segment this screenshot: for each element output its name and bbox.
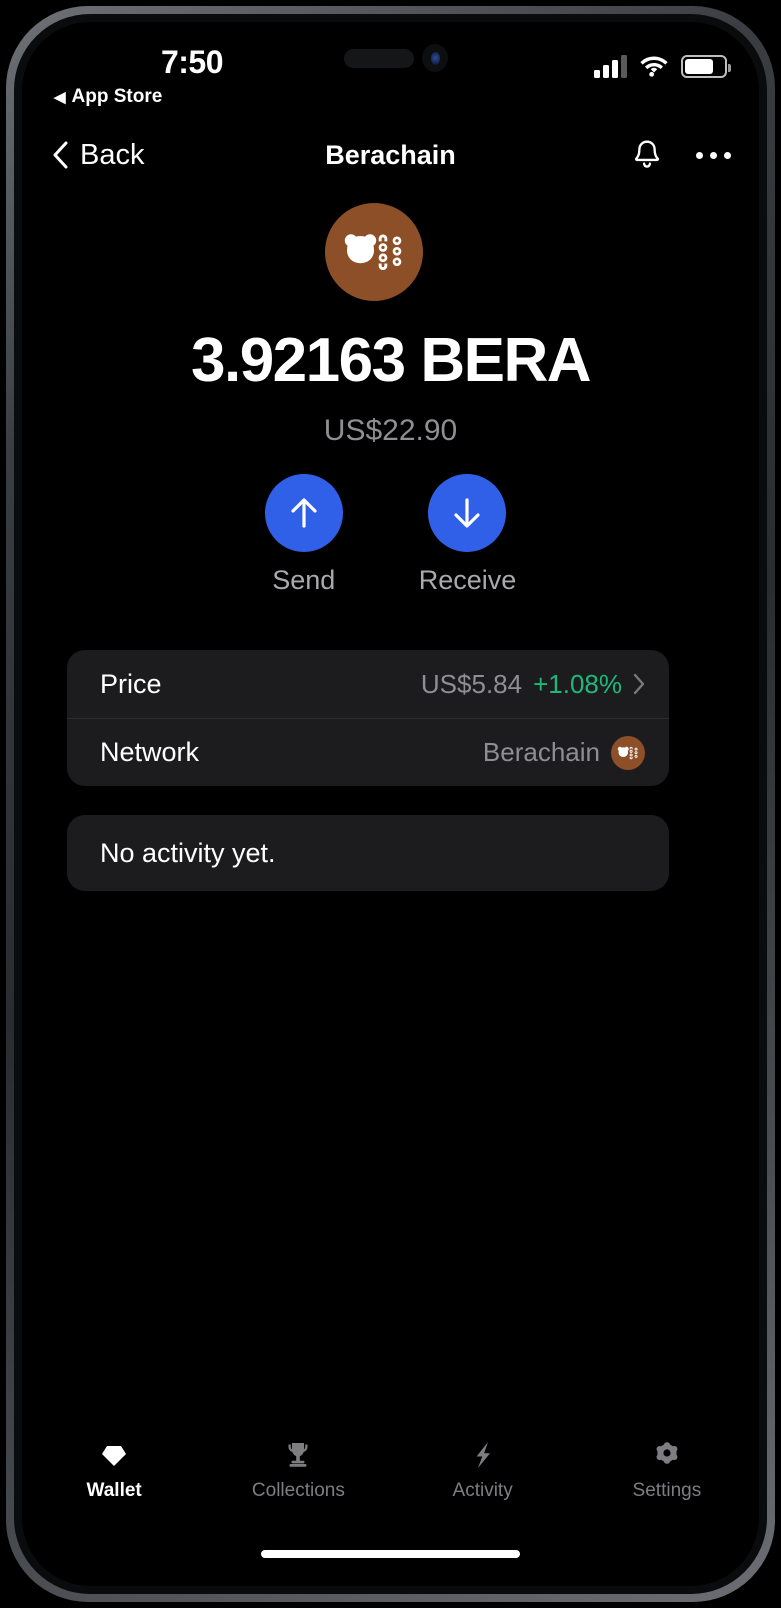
receive-button[interactable]: Receive <box>418 474 517 596</box>
more-options-icon[interactable] <box>696 151 731 159</box>
status-indicators <box>594 48 731 78</box>
tab-activity-label: Activity <box>452 1479 513 1501</box>
receive-button-label: Receive <box>418 565 517 595</box>
gear-icon <box>656 1441 678 1464</box>
berachain-bear-logo-icon <box>611 735 645 770</box>
arrow-down-icon <box>454 498 481 528</box>
phone-frame: 7:50 ◀ App Store Back Berachain 3.92163 … <box>0 0 781 1608</box>
phone-screen: 7:50 ◀ App Store Back Berachain 3.92163 … <box>22 22 759 1586</box>
battery-icon <box>681 55 731 78</box>
tab-settings-label: Settings <box>632 1479 702 1501</box>
send-button-label: Send <box>272 565 336 595</box>
token-fiat-value: US$22.90 <box>323 414 458 447</box>
diamond-icon <box>102 1445 127 1466</box>
receive-button-circle <box>428 474 507 552</box>
price-row-value: US$5.84 +1.08% <box>421 669 645 700</box>
chevron-right-icon <box>633 673 645 695</box>
lightning-icon <box>476 1441 490 1468</box>
berachain-bear-logo-icon <box>325 203 423 301</box>
send-button-circle <box>264 474 343 552</box>
wifi-icon <box>640 56 668 77</box>
cellular-signal-icon <box>594 54 627 78</box>
dynamic-island <box>344 49 414 68</box>
home-indicator[interactable] <box>261 1550 520 1558</box>
tab-wallet-label: Wallet <box>86 1479 142 1501</box>
activity-card: No activity yet. <box>67 815 669 891</box>
trophy-icon <box>288 1442 308 1467</box>
bottom-tab-bar: Wallet Collections Activity Settings <box>22 1426 759 1514</box>
tab-collections[interactable]: Collections <box>206 1426 390 1514</box>
arrow-up-icon <box>291 498 317 528</box>
price-row[interactable]: Price US$5.84 +1.08% <box>67 650 669 718</box>
tab-activity[interactable]: Activity <box>391 1426 575 1514</box>
price-amount: US$5.84 <box>420 668 523 699</box>
return-arrow-icon: ◀ <box>54 88 66 106</box>
token-info-card: Price US$5.84 +1.08% Network Berachain <box>67 650 669 786</box>
tab-wallet[interactable]: Wallet <box>22 1426 206 1514</box>
network-row[interactable]: Network Berachain <box>67 718 669 786</box>
price-row-label: Price <box>100 668 162 699</box>
status-time: 7:50 <box>160 44 224 80</box>
token-balance: 3.92163 BERA <box>190 326 592 395</box>
navigation-bar: Back Berachain <box>22 122 759 188</box>
tab-collections-label: Collections <box>251 1479 345 1501</box>
status-bar: 7:50 ◀ App Store <box>22 22 759 114</box>
activity-empty-text: No activity yet. <box>100 837 276 868</box>
nav-actions <box>632 139 731 171</box>
return-to-label: App Store <box>71 86 163 107</box>
network-row-label: Network <box>100 737 200 767</box>
price-change-badge: +1.08% <box>533 668 622 699</box>
send-button[interactable]: Send <box>264 474 343 596</box>
network-name: Berachain <box>482 737 600 767</box>
front-camera-icon <box>422 44 448 72</box>
network-row-value: Berachain <box>482 735 645 770</box>
tab-settings[interactable]: Settings <box>575 1426 759 1514</box>
action-buttons: Send Receive <box>22 474 759 596</box>
return-to-app-store[interactable]: ◀ App Store <box>54 86 162 108</box>
bell-icon[interactable] <box>632 139 662 171</box>
